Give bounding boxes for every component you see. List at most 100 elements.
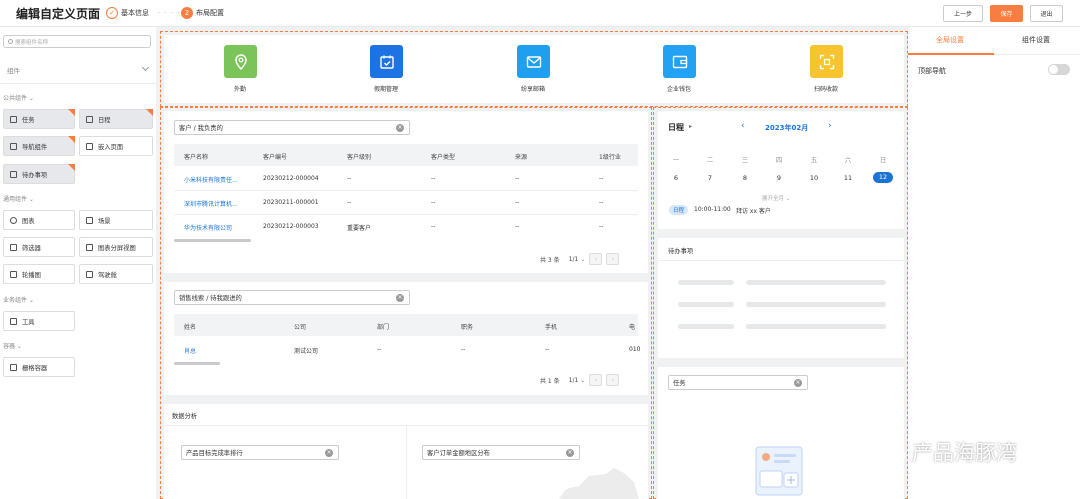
next-page-button[interactable]: › (606, 253, 620, 265)
quick-label: 假期管理 (373, 86, 398, 93)
clear-icon[interactable]: × (794, 379, 802, 387)
page-select[interactable]: 1/1 (569, 256, 579, 263)
horizontal-scrollbar[interactable] (174, 362, 220, 365)
table-cell: -- (461, 346, 466, 353)
panel-title: 数据分析 (172, 413, 198, 420)
column-header[interactable]: 1级行业 (599, 152, 621, 161)
component-nav[interactable]: 导航组件 (3, 136, 75, 156)
wallet-icon[interactable] (663, 45, 696, 78)
clear-icon[interactable]: × (566, 449, 574, 457)
calendar-day-today[interactable]: 12 (873, 172, 893, 183)
component-tool[interactable]: 工具 (3, 311, 75, 331)
prev-button[interactable]: 上一步 (943, 5, 983, 22)
component-type-select[interactable]: 组件 (0, 57, 156, 84)
component-carousel[interactable]: 轮播图 (3, 264, 75, 284)
customer-filter-field[interactable]: 客户 / 我负责的 × (174, 120, 410, 135)
column-header[interactable]: 客户名称 (184, 152, 208, 161)
clear-icon[interactable]: × (396, 124, 404, 132)
schedule-title: 日程 (668, 123, 684, 132)
column-header[interactable]: 公司 (294, 322, 306, 331)
skeleton-line (746, 324, 886, 329)
customer-name-link[interactable]: 小米科技有限责任... (184, 175, 238, 184)
component-scene[interactable]: 场景 (79, 210, 153, 230)
scan-icon[interactable] (810, 45, 843, 78)
horizontal-scrollbar[interactable] (174, 239, 251, 242)
calendar-day[interactable]: 11 (841, 174, 855, 182)
total-count: 共 3 条 (540, 256, 560, 264)
page-title: 编辑自定义页面 (16, 7, 101, 21)
caret-right-icon[interactable]: ▸ (689, 123, 692, 130)
quick-label: 扫码收款 (813, 86, 838, 93)
calendar-day[interactable]: 10 (807, 174, 821, 182)
clear-icon[interactable]: × (325, 449, 333, 457)
check-icon: ✓ (106, 7, 118, 19)
step-layout[interactable]: 2 布局配置 (181, 7, 224, 19)
component-chart[interactable]: 图表 (3, 210, 75, 230)
skeleton-line (746, 302, 886, 307)
grid-icon (10, 363, 17, 371)
column-header[interactable]: 电 (629, 322, 635, 331)
column-header[interactable]: 客户类型 (431, 152, 455, 161)
component-grid[interactable]: 栅格容器 (3, 357, 75, 377)
group-general[interactable]: 通用组件 ⌄ (3, 194, 34, 203)
task-filter-field[interactable]: 任务 × (668, 375, 808, 390)
column-header[interactable]: 部门 (377, 322, 389, 331)
component-split-view[interactable]: 图表分屏视图 (79, 237, 153, 257)
calendar-day[interactable]: 8 (738, 174, 752, 182)
top-nav-toggle[interactable] (1048, 64, 1070, 75)
next-month-icon[interactable]: › (828, 121, 832, 131)
component-cockpit[interactable]: 驾驶舱 (79, 264, 153, 284)
component-embed[interactable]: 嵌入页面 (79, 136, 153, 156)
quick-label: 企业钱包 (666, 86, 691, 93)
component-schedule[interactable]: 日程 (79, 109, 153, 129)
column-header[interactable]: 来源 (515, 152, 527, 161)
component-filter[interactable]: 筛选器 (3, 237, 75, 257)
column-header[interactable]: 姓名 (184, 322, 196, 331)
customer-name-link[interactable]: 深圳市腾讯计算机... (184, 199, 238, 208)
component-task[interactable]: 任务 (3, 109, 75, 129)
prev-page-button[interactable]: ‹ (589, 374, 603, 386)
calendar-day[interactable]: 7 (703, 174, 717, 182)
empty-state-illustration (755, 446, 803, 496)
map-icon (559, 468, 639, 499)
leads-filter-field[interactable]: 销售线索 / 待我跟进的 × (174, 290, 410, 305)
event-title[interactable]: 拜访 xx 客户 (736, 206, 771, 215)
component-todo[interactable]: 待办事项 (3, 164, 75, 184)
wechat-icon (867, 439, 905, 464)
save-button[interactable]: 保存 (990, 5, 1023, 22)
calendar-check-icon[interactable] (370, 45, 403, 78)
exit-button[interactable]: 退出 (1030, 5, 1063, 22)
group-container[interactable]: 容器 ⌄ (3, 341, 22, 350)
tab-global-settings[interactable]: 全局设置 (936, 35, 964, 45)
weekday-label: 三 (741, 156, 749, 164)
mail-icon[interactable] (517, 45, 550, 78)
event-time[interactable]: 10:00-11:00 (694, 206, 731, 213)
column-header[interactable]: 手机 (545, 322, 557, 331)
calendar-day[interactable]: 6 (669, 174, 683, 182)
chevron-down-icon (141, 63, 150, 72)
prev-month-icon[interactable]: ‹ (741, 121, 745, 131)
group-public[interactable]: 公共组件 ⌄ (3, 93, 34, 102)
expand-month-toggle[interactable]: 展开全月 ⌄ (762, 194, 790, 202)
customer-name-link[interactable]: 华为技术有限公司 (184, 223, 232, 232)
prev-page-button[interactable]: ‹ (589, 253, 603, 265)
chart2-filter-field[interactable]: 客户订单金额地区分布 × (422, 445, 580, 460)
lead-name-link[interactable]: 肖总 (184, 346, 196, 355)
embed-icon (86, 142, 93, 150)
tab-component-settings[interactable]: 组件设置 (1022, 35, 1050, 45)
component-search-input[interactable]: 搜索组件名称 (3, 35, 151, 48)
next-page-button[interactable]: › (606, 374, 620, 386)
column-header[interactable]: 客户编号 (263, 152, 287, 161)
group-business[interactable]: 业务组件 ⌄ (3, 295, 34, 304)
page-select[interactable]: 1/1 (569, 377, 579, 384)
map-pin-icon[interactable] (224, 45, 257, 78)
column-header[interactable]: 职务 (461, 322, 473, 331)
chart1-filter-field[interactable]: 产品目标完成率排行 × (181, 445, 339, 460)
month-label[interactable]: 2023年02月 (765, 123, 808, 133)
clear-icon[interactable]: × (396, 294, 404, 302)
column-header[interactable]: 客户级别 (347, 152, 371, 161)
settings-panel: 全局设置 组件设置 顶部导航 (908, 27, 1080, 499)
component-sidebar: 搜索组件名称 组件 公共组件 ⌄ 任务 日程 导航组件 嵌入页面 待办事项 通用… (0, 27, 156, 499)
step-basic-info[interactable]: ✓ 基本信息 (106, 7, 149, 19)
calendar-day[interactable]: 9 (772, 174, 786, 182)
